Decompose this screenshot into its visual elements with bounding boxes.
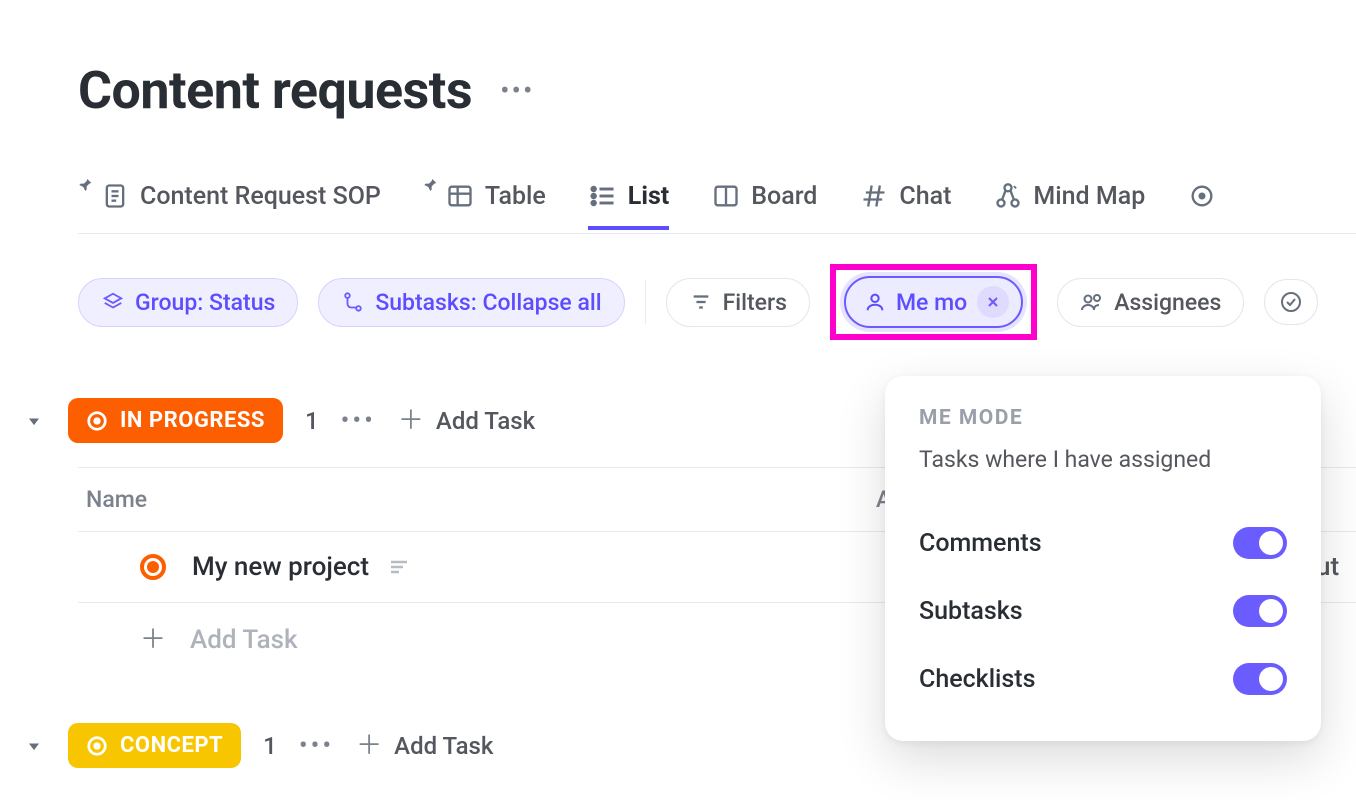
status-label: IN PROGRESS <box>120 408 265 433</box>
stack-icon <box>101 290 125 314</box>
status-badge[interactable]: CONCEPT <box>68 723 241 768</box>
plus-icon: ＋ <box>398 408 424 434</box>
chip-label: Assignees <box>1114 289 1221 316</box>
filters-chip[interactable]: Filters <box>666 278 810 327</box>
collapse-toggle[interactable] <box>22 734 46 758</box>
view-tabs: Content Request SOP Table List Board <box>78 177 1356 234</box>
subtasks-chip[interactable]: Subtasks: Collapse all <box>318 278 624 327</box>
subtask-icon <box>341 290 365 314</box>
status-badge[interactable]: IN PROGRESS <box>68 398 283 443</box>
me-mode-highlight: Me mo <box>830 264 1037 340</box>
popover-option-subtasks: Subtasks <box>919 577 1287 645</box>
tab-board[interactable]: Board <box>711 181 817 229</box>
status-circle-icon <box>86 735 108 757</box>
separator <box>645 280 646 324</box>
tab-table[interactable]: Table <box>423 177 546 233</box>
toggle-comments[interactable] <box>1233 527 1287 559</box>
column-name[interactable]: Name <box>86 486 876 513</box>
tab-mind-map[interactable]: Mind Map <box>993 181 1145 229</box>
section-count: 1 <box>305 407 319 435</box>
popover-option-checklists: Checklists <box>919 645 1287 713</box>
task-title[interactable]: My new project <box>192 552 369 582</box>
tab-location[interactable] <box>1187 181 1217 229</box>
me-mode-chip[interactable]: Me mo <box>844 276 1023 328</box>
task-status-icon[interactable] <box>140 554 166 580</box>
list-icon <box>588 181 618 211</box>
check-circle-icon <box>1279 290 1303 314</box>
add-task-button[interactable]: ＋ Add Task <box>356 732 493 760</box>
tab-list[interactable]: List <box>588 181 669 229</box>
tab-label: Board <box>751 182 817 211</box>
option-label: Checklists <box>919 665 1036 694</box>
section-more-button[interactable]: ••• <box>341 406 376 436</box>
section-more-button[interactable]: ••• <box>299 731 334 761</box>
close-icon[interactable] <box>977 286 1009 318</box>
filter-icon <box>689 290 713 314</box>
chip-label: Group: Status <box>135 289 275 316</box>
location-icon <box>1187 181 1217 211</box>
table-icon <box>445 181 475 211</box>
plus-icon: ＋ <box>356 733 382 759</box>
chip-label: Me mo <box>896 289 967 316</box>
extra-chip[interactable] <box>1264 279 1318 325</box>
tab-content-request-sop[interactable]: Content Request SOP <box>78 177 381 233</box>
popover-title: ME MODE <box>919 406 1287 430</box>
tab-label: List <box>628 182 669 211</box>
toggle-checklists[interactable] <box>1233 663 1287 695</box>
add-task-label: Add Task <box>436 407 535 435</box>
person-icon <box>864 291 886 313</box>
chip-label: Subtasks: Collapse all <box>375 289 601 316</box>
option-label: Subtasks <box>919 597 1023 626</box>
doc-icon <box>100 181 130 211</box>
tab-label: Mind Map <box>1033 182 1145 211</box>
tab-label: Table <box>485 182 546 211</box>
filter-toolbar: Group: Status Subtasks: Collapse all Fil… <box>78 264 1356 340</box>
tab-label: Content Request SOP <box>140 182 381 211</box>
tab-chat[interactable]: Chat <box>859 181 951 229</box>
plus-icon: ＋ <box>140 627 166 653</box>
description-icon <box>387 555 411 579</box>
pin-icon <box>78 177 94 193</box>
option-label: Comments <box>919 529 1042 558</box>
popover-subtitle: Tasks where I have assigned <box>919 446 1287 473</box>
add-task-button[interactable]: ＋ Add Task <box>398 407 535 435</box>
status-circle-icon <box>86 410 108 432</box>
page-title: Content requests <box>78 60 472 121</box>
section-count: 1 <box>263 732 277 760</box>
board-icon <box>711 181 741 211</box>
popover-option-comments: Comments <box>919 509 1287 577</box>
add-task-label: Add Task <box>190 625 298 655</box>
tab-label: Chat <box>899 182 951 211</box>
chip-label: Filters <box>723 289 787 316</box>
add-task-label: Add Task <box>394 732 493 760</box>
hash-icon <box>859 181 889 211</box>
group-chip[interactable]: Group: Status <box>78 278 298 327</box>
assignees-chip[interactable]: Assignees <box>1057 278 1244 327</box>
mindmap-icon <box>993 181 1023 211</box>
me-mode-popover: ME MODE Tasks where I have assigned Comm… <box>885 376 1321 741</box>
toggle-subtasks[interactable] <box>1233 595 1287 627</box>
page-more-button[interactable]: ••• <box>500 77 534 105</box>
pin-icon <box>423 177 439 193</box>
collapse-toggle[interactable] <box>22 409 46 433</box>
status-label: CONCEPT <box>120 733 223 758</box>
people-icon <box>1080 290 1104 314</box>
